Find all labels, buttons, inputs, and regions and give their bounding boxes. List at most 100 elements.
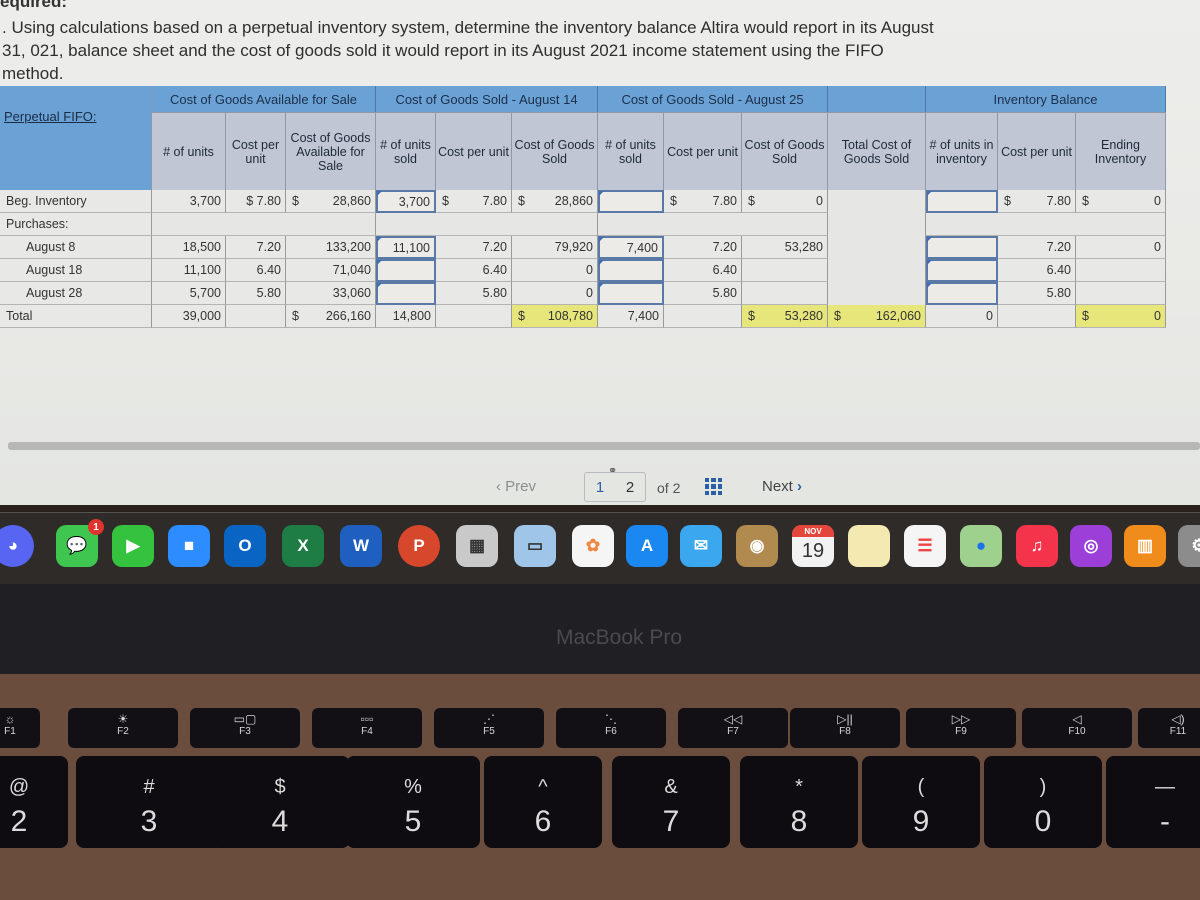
photos-icon[interactable]: ✿ bbox=[572, 525, 614, 567]
key-minus[interactable]: — - bbox=[1106, 756, 1200, 848]
key-f2[interactable]: ☀ F2 bbox=[68, 708, 178, 748]
key-9[interactable]: (9 bbox=[862, 756, 980, 848]
bal-cost: 6.40 bbox=[998, 259, 1076, 282]
a14-cost: 6.40 bbox=[436, 259, 512, 282]
a25-units-input[interactable] bbox=[598, 190, 664, 213]
a25-cost: $7.80 bbox=[664, 190, 742, 213]
key-f9[interactable]: ▷▷ F9 bbox=[906, 708, 1016, 748]
key-f3[interactable]: ▭▢ F3 bbox=[190, 708, 300, 748]
row-label: Total bbox=[0, 305, 152, 328]
page-1[interactable]: 1 bbox=[596, 479, 604, 496]
key-f8[interactable]: ▷|| F8 bbox=[790, 708, 900, 748]
notification-badge: 1 bbox=[88, 519, 104, 535]
discord-icon[interactable]: ◕ bbox=[0, 525, 34, 567]
volume-down-icon: ◁) bbox=[1171, 712, 1185, 726]
page-selector[interactable]: 1 2 bbox=[584, 472, 646, 502]
maps-icon[interactable]: ● bbox=[960, 525, 1002, 567]
podcasts-icon[interactable]: ◎ bbox=[1070, 525, 1112, 567]
key-2[interactable]: @2 bbox=[0, 756, 68, 848]
col-bal-ending: Ending Inventory bbox=[1076, 112, 1166, 190]
key-f5[interactable]: ⋰ F5 bbox=[434, 708, 544, 748]
powerpoint-icon[interactable]: P bbox=[398, 525, 440, 567]
key-f7[interactable]: ◁◁ F7 bbox=[678, 708, 788, 748]
bal-units-input[interactable] bbox=[926, 259, 998, 282]
row-label: Beg. Inventory bbox=[0, 190, 152, 213]
avail-units: 3,700 bbox=[152, 190, 226, 213]
bal-ending: 0 bbox=[1076, 236, 1166, 259]
a25-units-input[interactable]: 7,400 bbox=[598, 236, 664, 259]
page-2[interactable]: 2 bbox=[626, 479, 634, 496]
key-f4[interactable]: ▫▫▫ F4 bbox=[312, 708, 422, 748]
a14-units-input[interactable] bbox=[376, 259, 436, 282]
system-preferences-icon[interactable]: ⚙ bbox=[1178, 525, 1200, 567]
bal-units-input[interactable] bbox=[926, 190, 998, 213]
a14-cogs: 79,920 bbox=[512, 236, 598, 259]
key-4[interactable]: $4 bbox=[210, 756, 350, 848]
grid-view-icon[interactable] bbox=[705, 478, 722, 495]
key-f11[interactable]: ◁) F11 bbox=[1138, 708, 1200, 748]
app-store-icon[interactable]: A bbox=[626, 525, 668, 567]
next-button[interactable]: Next › bbox=[762, 478, 802, 495]
contacts-icon[interactable]: ◉ bbox=[736, 525, 778, 567]
a14-units-input[interactable] bbox=[376, 282, 436, 305]
a25-units-input[interactable] bbox=[598, 259, 664, 282]
calendar-icon[interactable]: NOV 19 bbox=[792, 525, 834, 567]
blank-cell bbox=[598, 213, 828, 236]
calculator-icon[interactable]: ▦ bbox=[456, 525, 498, 567]
mail-icon[interactable]: ✉ bbox=[680, 525, 722, 567]
preview-icon[interactable]: ▭ bbox=[514, 525, 556, 567]
reminders-icon[interactable]: ☰ bbox=[904, 525, 946, 567]
facetime-icon[interactable]: ▶ bbox=[112, 525, 154, 567]
col-a25-units: # of units sold bbox=[598, 112, 664, 190]
bal-cost: 7.20 bbox=[998, 236, 1076, 259]
laptop-bezel: MacBook Pro bbox=[0, 584, 1200, 674]
word-icon[interactable]: W bbox=[340, 525, 382, 567]
key-f6[interactable]: ⋱ F6 bbox=[556, 708, 666, 748]
books-icon[interactable]: ▥ bbox=[1124, 525, 1166, 567]
brightness-down-icon: ☼ bbox=[4, 712, 16, 726]
key-8[interactable]: * 8 bbox=[740, 756, 858, 848]
horizontal-scrollbar[interactable] bbox=[8, 442, 1200, 450]
play-pause-icon: ▷|| bbox=[837, 712, 853, 726]
excel-icon[interactable]: X bbox=[282, 525, 324, 567]
prev-button[interactable]: ‹ Prev bbox=[496, 478, 536, 495]
table-row-purchases: Purchases: bbox=[0, 213, 1166, 236]
a14-units-input[interactable]: 11,100 bbox=[376, 236, 436, 259]
blank-cell bbox=[436, 305, 512, 328]
messages-icon[interactable]: 💬 1 bbox=[56, 519, 104, 567]
fast-forward-icon: ▷▷ bbox=[951, 712, 971, 726]
key-3[interactable]: #3 bbox=[76, 756, 222, 848]
avail-units: 5,700 bbox=[152, 282, 226, 305]
key-0[interactable]: ) 0 bbox=[984, 756, 1102, 848]
page-count: of 2 bbox=[657, 480, 681, 496]
avail-total: $28,860 bbox=[286, 190, 376, 213]
a14-cogs: $28,860 bbox=[512, 190, 598, 213]
col-avail-total: Cost of Goods Available for Sale bbox=[286, 112, 376, 190]
keyboard: ☼ F1 ☀ F2 ▭▢ F3 ▫▫▫ F4 ⋰ F5 ⋱ F6 ◁◁ F7 ▷|| F8 ▷▷… bbox=[0, 674, 1200, 900]
outlook-icon[interactable]: O bbox=[224, 525, 266, 567]
music-icon[interactable]: ♫ bbox=[1016, 525, 1058, 567]
avail-cost: 5.80 bbox=[226, 282, 286, 305]
key-f1[interactable]: ☼ F1 bbox=[0, 708, 40, 748]
bal-units-input[interactable] bbox=[926, 282, 998, 305]
key-7[interactable]: & 7 bbox=[612, 756, 730, 848]
total-cogs-value: $162,060 bbox=[828, 305, 926, 328]
zoom-icon[interactable]: ■ bbox=[168, 525, 210, 567]
required-heading: equired: bbox=[0, 0, 68, 11]
a14-units-input[interactable]: 3,700 bbox=[376, 190, 436, 213]
avail-cost: 7.20 bbox=[226, 236, 286, 259]
brightness-up-icon: ☀ bbox=[117, 712, 129, 726]
bal-cost: $7.80 bbox=[998, 190, 1076, 213]
key-6[interactable]: ^ 6 bbox=[484, 756, 602, 848]
key-5[interactable]: % 5 bbox=[346, 756, 480, 848]
row-label: August 18 bbox=[0, 259, 152, 282]
a25-units-input[interactable] bbox=[598, 282, 664, 305]
col-total-cogs: Total Cost of Goods Sold bbox=[828, 112, 926, 190]
col-a14-cogs: Cost of Goods Sold bbox=[512, 112, 598, 190]
a14-cost: $7.80 bbox=[436, 190, 512, 213]
key-f10[interactable]: ◁ F10 bbox=[1022, 708, 1132, 748]
bal-ending bbox=[1076, 259, 1166, 282]
perpetual-fifo-table: Cost of Goods Available for Sale Cost of… bbox=[0, 86, 1166, 328]
bal-units-input[interactable] bbox=[926, 236, 998, 259]
notes-icon[interactable] bbox=[848, 525, 890, 567]
